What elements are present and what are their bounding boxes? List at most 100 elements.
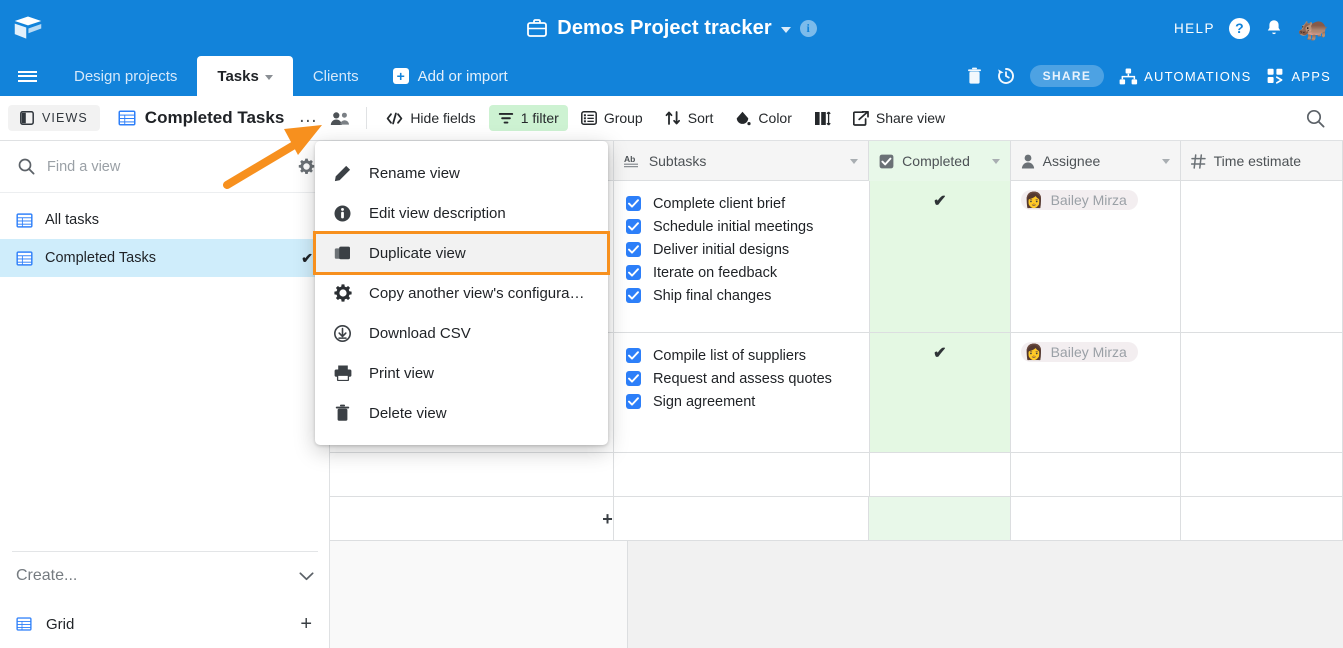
apps-button[interactable]: APPS <box>1267 68 1331 84</box>
menu-item-duplicate-view[interactable]: Duplicate view <box>313 231 610 275</box>
checkbox-checked-icon[interactable] <box>625 242 641 257</box>
search-input[interactable] <box>47 158 286 175</box>
airtable-logo-icon-svg <box>14 16 42 39</box>
chevron-down-icon[interactable] <box>1161 158 1170 164</box>
views-toggle-button[interactable]: VIEWS <box>8 105 100 131</box>
subtask-item[interactable]: Ship final changes <box>625 284 869 307</box>
hamburger-menu-icon[interactable] <box>0 56 54 96</box>
group-button[interactable]: Group <box>572 105 652 131</box>
page-title[interactable]: Demos Project tracker <box>557 17 771 40</box>
history-clock-icon[interactable] <box>997 67 1015 85</box>
subtask-item[interactable]: Iterate on feedback <box>625 261 869 284</box>
menu-item-delete-view[interactable]: Delete view <box>315 393 608 433</box>
row-subtasks-cell[interactable]: Compile list of suppliers Request and as… <box>613 333 870 452</box>
collaborators-icon[interactable] <box>324 111 356 126</box>
gear-icon[interactable] <box>298 158 315 175</box>
row-completed-cell[interactable] <box>869 453 1012 496</box>
sort-button[interactable]: Sort <box>656 105 723 131</box>
share-view-button[interactable]: Share view <box>844 105 954 131</box>
filter-button[interactable]: 1 filter <box>488 105 568 131</box>
tab-clients[interactable]: Clients <box>293 56 379 96</box>
column-header-completed[interactable]: Completed <box>869 141 1011 181</box>
checkbox-checked-icon[interactable] <box>625 371 641 386</box>
color-button[interactable]: Color <box>726 105 800 131</box>
chevron-down-icon[interactable] <box>299 568 314 585</box>
current-view-name[interactable]: Completed Tasks <box>110 108 293 128</box>
share-button[interactable]: SHARE <box>1029 65 1105 87</box>
row-assignee-cell[interactable] <box>1011 453 1181 496</box>
row-time-estimate-cell[interactable] <box>1181 333 1343 452</box>
row-completed-cell[interactable]: ✔ <box>869 333 1011 452</box>
checkbox-checked-icon[interactable] <box>625 265 641 280</box>
checkbox-checked-icon[interactable] <box>625 348 641 363</box>
add-row-filler <box>614 497 870 540</box>
row-time-estimate-cell[interactable] <box>1181 181 1343 332</box>
row-assignee-cell[interactable]: 👩 Bailey Mirza <box>1010 181 1181 332</box>
row-time-estimate-cell[interactable] <box>1180 453 1343 496</box>
hide-fields-icon <box>387 112 403 124</box>
row-subtasks-cell[interactable]: Complete client brief Schedule initial m… <box>613 181 870 332</box>
row-assignee-cell[interactable]: 👩 Bailey Mirza <box>1010 333 1181 452</box>
menu-item-rename-view[interactable]: Rename view <box>315 153 608 193</box>
filter-label: 1 filter <box>520 110 559 126</box>
subtask-item[interactable]: Complete client brief <box>625 192 869 215</box>
row-height-button[interactable] <box>805 106 840 131</box>
grid-view-icon <box>16 212 33 228</box>
tab-design-projects[interactable]: Design projects <box>54 56 197 96</box>
search-icon <box>18 158 35 175</box>
bell-icon[interactable] <box>1264 18 1284 39</box>
subtask-item[interactable]: Deliver initial designs <box>625 238 869 261</box>
add-row-filler <box>1181 497 1343 540</box>
chevron-down-icon[interactable] <box>780 26 791 33</box>
checkbox-checked-icon[interactable] <box>625 219 641 234</box>
toolbar-search-button[interactable] <box>1306 109 1343 128</box>
assignee-chip[interactable]: 👩 Bailey Mirza <box>1020 190 1138 210</box>
checkbox-checked-icon[interactable] <box>625 196 641 211</box>
menu-item-copy-view-configuration[interactable]: Copy another view's configura… <box>315 273 608 313</box>
column-header-assignee[interactable]: Assignee <box>1011 141 1181 181</box>
chevron-down-icon[interactable] <box>264 74 273 80</box>
add-or-import-button[interactable]: + Add or import <box>379 56 522 96</box>
row-completed-cell[interactable]: ✔ <box>869 181 1011 332</box>
checkbox-checked-icon[interactable] <box>625 288 641 303</box>
add-record-row[interactable]: + <box>330 497 1343 541</box>
add-record-button[interactable]: + <box>330 497 614 540</box>
chevron-down-icon[interactable] <box>991 158 1000 164</box>
chevron-down-icon[interactable] <box>850 158 859 164</box>
airtable-app-window: Demos Project tracker i HELP ? 🦛 Design … <box>0 0 1343 648</box>
column-header-time-estimate[interactable]: Time estimate <box>1181 141 1343 181</box>
table-row-empty[interactable] <box>330 453 1343 497</box>
subtask-item[interactable]: Request and assess quotes <box>625 367 869 390</box>
subtask-item[interactable]: Sign agreement <box>625 390 869 413</box>
assignee-chip[interactable]: 👩 Bailey Mirza <box>1020 342 1138 362</box>
column-header-subtasks[interactable]: Ab Subtasks <box>614 141 870 181</box>
info-icon[interactable]: i <box>799 19 817 37</box>
subtask-label: Schedule initial meetings <box>652 218 814 235</box>
menu-item-print-view[interactable]: Print view <box>315 353 608 393</box>
automations-button[interactable]: AUTOMATIONS <box>1119 68 1251 85</box>
hide-fields-button[interactable]: Hide fields <box>377 105 484 131</box>
subtask-item[interactable]: Schedule initial meetings <box>625 215 869 238</box>
menu-item-edit-view-description[interactable]: Edit view description <box>315 193 608 233</box>
checkbox-checked-icon[interactable] <box>625 394 641 409</box>
help-label[interactable]: HELP <box>1174 21 1215 36</box>
create-section-header[interactable]: Create... <box>0 552 330 600</box>
trash-icon[interactable] <box>967 67 982 85</box>
airtable-logo-icon[interactable] <box>0 0 56 56</box>
subtask-label: Request and assess quotes <box>652 370 832 387</box>
avatar[interactable]: 🦛 <box>1298 15 1329 41</box>
help-question-icon[interactable]: ? <box>1228 17 1250 39</box>
sidebar-item-completed-tasks[interactable]: Completed Tasks ✔ <box>0 239 329 277</box>
create-grid-row[interactable]: Grid + <box>0 600 330 648</box>
subtask-item[interactable]: Compile list of suppliers <box>625 344 869 367</box>
sidebar-item-all-tasks[interactable]: All tasks <box>0 201 329 239</box>
tab-label: Design projects <box>74 67 178 85</box>
menu-item-download-csv[interactable]: Download CSV <box>315 313 608 353</box>
user-icon <box>1021 154 1034 168</box>
download-icon <box>333 324 352 342</box>
more-options-button[interactable]: … <box>292 107 324 126</box>
row-subtasks-cell[interactable] <box>614 453 870 496</box>
row-primary-cell[interactable] <box>330 453 615 496</box>
tab-tasks[interactable]: Tasks <box>197 56 293 96</box>
add-grid-view-button[interactable]: + <box>300 614 312 634</box>
